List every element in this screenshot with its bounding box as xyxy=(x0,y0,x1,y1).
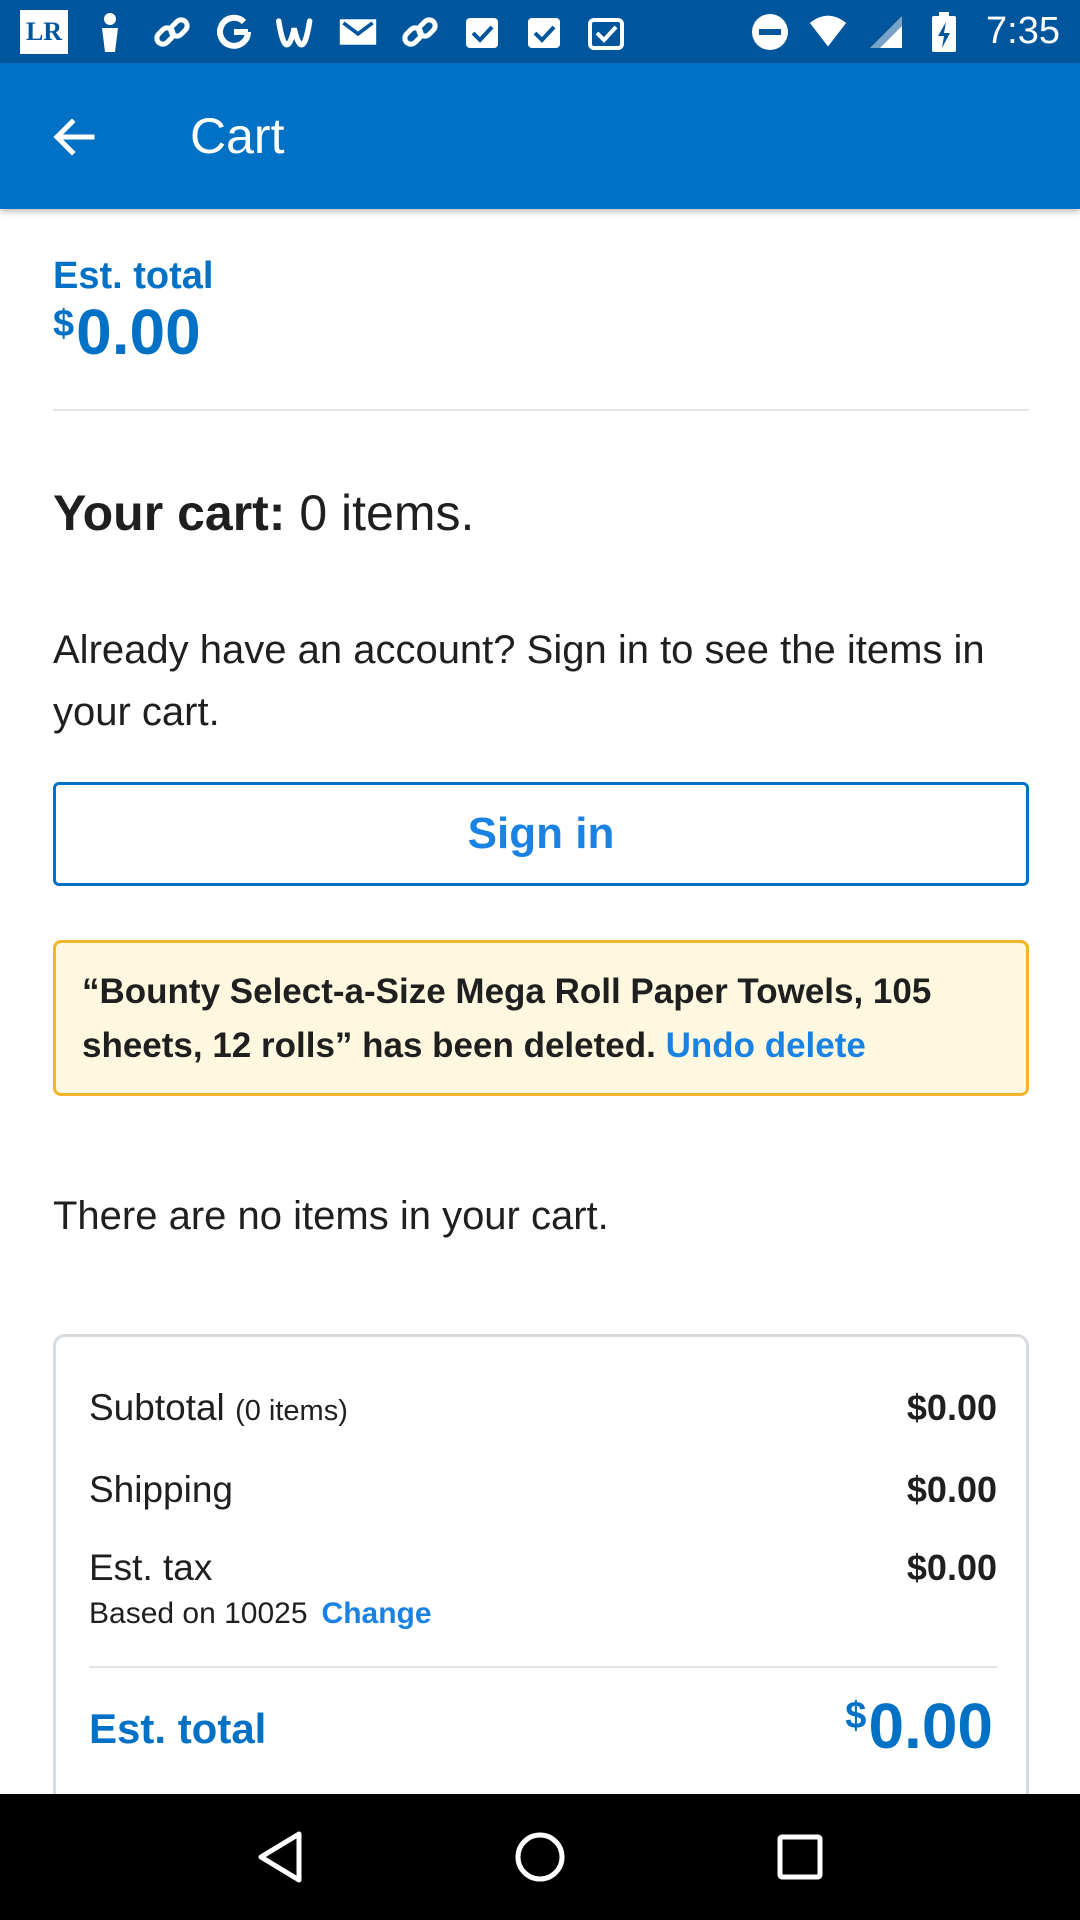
cart-item-count: 0 items. xyxy=(285,485,475,541)
signin-prompt: Already have an account? Sign in to see … xyxy=(53,628,985,734)
est-total-label: Est. total xyxy=(53,255,214,297)
link-icon xyxy=(152,12,192,52)
tax-basis-text: Based on 10025 xyxy=(89,1597,308,1630)
tax-value: $0.00 xyxy=(906,1547,997,1588)
subtotal-value: $0.00 xyxy=(906,1387,997,1428)
gmail-icon xyxy=(338,12,378,52)
arrow-back-icon xyxy=(53,118,95,156)
clock: 7:35 xyxy=(986,10,1060,52)
lr-app-icon: LR xyxy=(20,9,68,54)
status-system: 7:35 xyxy=(750,10,1060,53)
battery-charging-icon xyxy=(924,11,964,52)
shipping-value: $0.00 xyxy=(906,1469,997,1510)
cart-heading-label: Your cart: xyxy=(53,485,286,541)
nav-home-button[interactable] xyxy=(500,1817,580,1897)
recents-square-icon xyxy=(777,1834,823,1880)
sign-in-button[interactable]: Sign in xyxy=(53,782,1029,886)
system-nav-bar xyxy=(0,1794,1080,1920)
summary-total-label: Est. total xyxy=(89,1705,267,1752)
empty-cart-message: There are no items in your cart. xyxy=(53,1194,609,1238)
summary-total-amount: $ 0.00 xyxy=(845,1689,993,1763)
tax-basis: Based on 10025 Change xyxy=(89,1597,432,1631)
do-not-disturb-icon xyxy=(750,12,790,52)
est-total-amount: $ 0.00 xyxy=(53,295,201,369)
order-summary-card: Subtotal (0 items) $0.00 Shipping $0.00 … xyxy=(53,1334,1029,1834)
amount-value: 0.00 xyxy=(76,296,201,368)
clipboard-check-icon xyxy=(524,12,564,52)
back-triangle-icon xyxy=(258,1831,302,1883)
status-notifications: LR xyxy=(20,9,626,54)
link-icon xyxy=(400,12,440,52)
page-title: Cart xyxy=(190,108,285,164)
cart-heading: Your cart: 0 items. xyxy=(53,484,474,542)
nav-back-button[interactable] xyxy=(240,1817,320,1897)
back-button[interactable] xyxy=(44,107,104,167)
divider xyxy=(89,1666,997,1668)
amount-value: 0.00 xyxy=(868,1690,993,1762)
subtotal-items: (0 items) xyxy=(235,1395,348,1427)
tax-label: Est. tax xyxy=(89,1547,213,1588)
subtotal-row: Subtotal (0 items) $0.00 xyxy=(89,1387,997,1429)
deleted-item-alert: “Bounty Select-a-Size Mega Roll Paper To… xyxy=(53,940,1029,1096)
person-icon xyxy=(90,12,130,52)
subtotal-label: Subtotal (0 items) xyxy=(89,1387,348,1428)
undo-delete-link[interactable]: Undo delete xyxy=(666,1026,866,1065)
clipboard-check-icon xyxy=(586,12,626,52)
w-icon xyxy=(276,12,316,52)
tax-row: Est. tax $0.00 xyxy=(89,1547,997,1589)
signal-icon xyxy=(866,12,906,52)
shipping-row: Shipping $0.00 xyxy=(89,1469,997,1511)
google-icon xyxy=(214,12,254,52)
divider xyxy=(53,409,1029,411)
currency-symbol: $ xyxy=(53,303,75,345)
currency-symbol: $ xyxy=(845,1695,867,1737)
shipping-label: Shipping xyxy=(89,1469,234,1510)
nav-recents-button[interactable] xyxy=(760,1817,840,1897)
home-circle-icon xyxy=(515,1832,565,1882)
status-bar: LR 7:35 xyxy=(0,0,1080,63)
change-zip-link[interactable]: Change xyxy=(322,1597,432,1631)
clipboard-check-icon xyxy=(462,12,502,52)
app-bar: Cart xyxy=(0,63,1080,209)
wifi-icon xyxy=(808,12,848,52)
